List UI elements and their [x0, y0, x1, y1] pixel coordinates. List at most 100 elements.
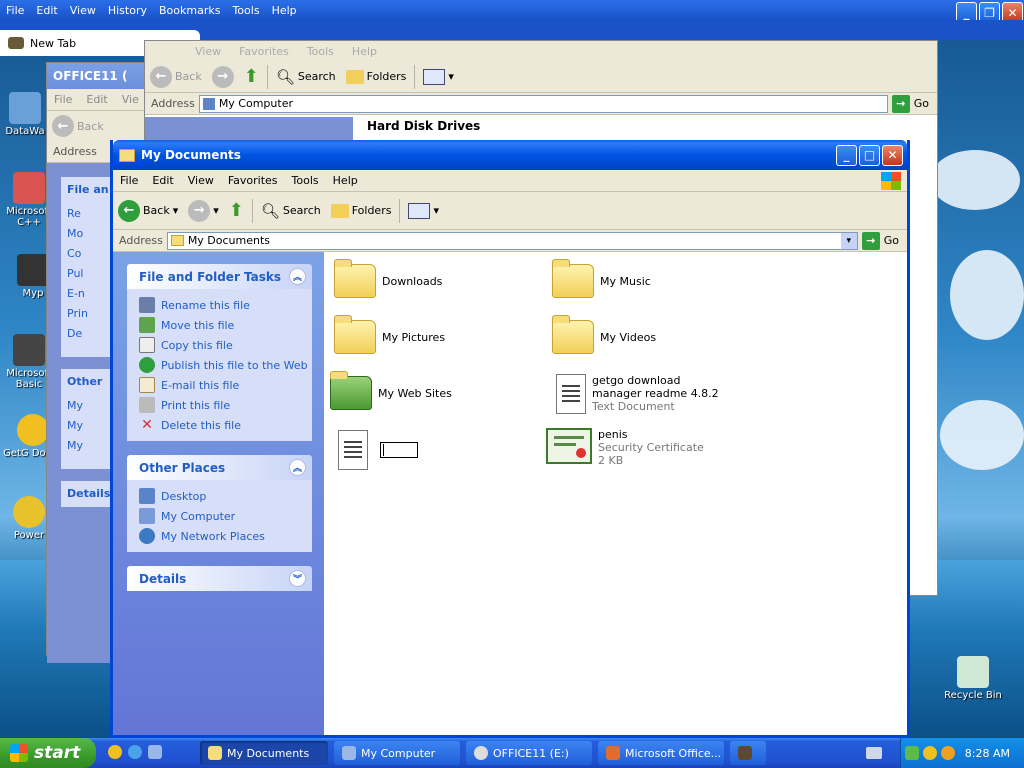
file-certificate[interactable]: penis Security Certificate 2 KB — [546, 428, 704, 467]
text-document-icon — [338, 430, 368, 470]
folders-button[interactable]: Folders — [326, 196, 397, 226]
file-my-music[interactable]: My Music — [552, 259, 651, 298]
copy-icon — [139, 337, 155, 353]
tasks-header[interactable]: File and Folder Tasks ︽ — [127, 264, 312, 289]
menu-tools[interactable]: Tools — [226, 4, 265, 17]
mycomputer-go-button[interactable]: → Go — [891, 94, 929, 113]
browser-menubar: File Edit View History Bookmarks Tools H… — [0, 0, 1024, 20]
views-button[interactable]: ▾ — [403, 196, 444, 226]
menu-favorites[interactable]: Favorites — [221, 174, 285, 187]
mycomputer-up-button[interactable]: ⬆ — [239, 62, 264, 92]
place-network[interactable]: My Network Places — [127, 526, 312, 546]
taskbar: start My Documents My Computer OFFICE11 … — [0, 738, 1024, 768]
expand-icon[interactable]: ︾ — [289, 570, 306, 587]
tray-icon-network[interactable] — [904, 746, 919, 760]
file-folder-tasks: File and Folder Tasks ︽ Rename this file … — [127, 264, 312, 441]
web-folder-icon — [330, 371, 372, 410]
details-header[interactable]: Details ︾ — [127, 566, 312, 591]
tray-icon-getgo[interactable] — [922, 746, 937, 760]
file-my-web-sites[interactable]: My Web Sites — [330, 371, 452, 410]
menu-history[interactable]: History — [102, 4, 153, 17]
place-desktop[interactable]: Desktop — [127, 486, 312, 506]
menu-view[interactable]: View — [64, 4, 102, 17]
mycomputer-menu-ghost: View Favorites Tools Help — [145, 41, 937, 61]
folder-icon — [208, 746, 222, 760]
folder-title-icon — [119, 148, 135, 162]
menu-file[interactable]: File — [113, 174, 145, 187]
file-getgo-readme[interactable]: getgo download manager readme 4.8.2 Text … — [556, 374, 732, 414]
go-button[interactable]: → Go — [861, 231, 899, 250]
outlook-icon[interactable] — [148, 745, 162, 759]
maximize-icon[interactable]: □ — [859, 144, 880, 166]
taskbar-mydocuments[interactable]: My Documents — [200, 741, 328, 765]
other-places-header[interactable]: Other Places ︽ — [127, 455, 312, 480]
task-email[interactable]: E-mail this file — [127, 375, 312, 395]
office-menu-file[interactable]: File — [47, 93, 79, 106]
address-field[interactable]: My Documents ▾ — [166, 231, 858, 250]
taskbar-office11[interactable]: OFFICE11 (E:) — [466, 741, 592, 765]
recycle-bin-icon[interactable]: Recycle Bin — [938, 656, 1008, 701]
collapse-icon[interactable]: ︽ — [289, 459, 306, 476]
folder-icon — [334, 259, 376, 298]
file-my-videos[interactable]: My Videos — [552, 315, 656, 354]
menu-help[interactable]: Help — [326, 174, 365, 187]
up-folder-button[interactable]: ⬆ — [224, 196, 249, 226]
folder-icon — [170, 235, 184, 246]
details-section: Details ︾ — [127, 566, 312, 591]
task-delete[interactable]: ✕ Delete this file — [127, 415, 312, 435]
tray-icon-update[interactable] — [940, 746, 955, 760]
menu-view[interactable]: View — [181, 174, 221, 187]
taskbar-browser[interactable] — [730, 741, 766, 765]
menu-tools[interactable]: Tools — [285, 174, 326, 187]
taskbar-msoffice[interactable]: Microsoft Office... — [598, 741, 724, 765]
office-menu-edit[interactable]: Edit — [79, 93, 114, 106]
clock[interactable]: 8:28 AM — [965, 747, 1010, 760]
mycomputer-forward-button[interactable]: → — [207, 62, 239, 92]
task-move[interactable]: Move this file — [127, 315, 312, 335]
forward-button[interactable]: → ▾ — [183, 196, 224, 226]
collapse-icon[interactable]: ︽ — [289, 268, 306, 285]
file-new-text[interactable] — [338, 430, 418, 470]
keyboard-icon[interactable] — [866, 747, 882, 759]
task-rename[interactable]: Rename this file — [127, 295, 312, 315]
menu-help[interactable]: Help — [266, 4, 303, 17]
mydocuments-window: My Documents _ □ ✕ File Edit View Favori… — [110, 140, 910, 738]
start-button[interactable]: start — [0, 738, 96, 768]
office-icon — [606, 746, 620, 760]
mycomputer-back-button[interactable]: ← Back — [145, 62, 207, 92]
browser-icon — [738, 746, 752, 760]
ie-icon[interactable] — [128, 745, 142, 759]
task-copy[interactable]: Copy this file — [127, 335, 312, 355]
mycomputer-folders-button[interactable]: Folders — [341, 62, 412, 92]
file-my-pictures[interactable]: My Pictures — [334, 315, 445, 354]
email-icon — [139, 377, 155, 393]
windows-flag-icon — [10, 744, 28, 762]
close-icon[interactable]: ✕ — [882, 144, 903, 166]
menu-edit[interactable]: Edit — [30, 4, 63, 17]
dropdown-arrow-icon[interactable]: ▾ — [840, 232, 857, 249]
office-menu-view[interactable]: Vie — [115, 93, 146, 106]
task-print[interactable]: Print this file — [127, 395, 312, 415]
rename-input[interactable] — [380, 442, 418, 458]
place-mycomputer[interactable]: My Computer — [127, 506, 312, 526]
task-publish[interactable]: Publish this file to the Web — [127, 355, 312, 375]
menu-file[interactable]: File — [0, 4, 30, 17]
search-button[interactable]: 🔍︎ Search — [256, 196, 326, 226]
menu-bookmarks[interactable]: Bookmarks — [153, 4, 226, 17]
taskbar-mycomputer[interactable]: My Computer — [334, 741, 460, 765]
pictures-folder-icon — [334, 315, 376, 354]
text-document-icon — [556, 374, 586, 414]
mycomputer-address-field[interactable]: My Computer — [198, 94, 888, 113]
menu-edit[interactable]: Edit — [145, 174, 180, 187]
back-button[interactable]: ← Back ▾ — [113, 196, 183, 226]
mycomputer-toolbar: ← Back → ⬆ 🔍︎ Search Folders ▾ — [145, 61, 937, 93]
go-arrow-icon: → — [861, 231, 880, 250]
getgo-icon[interactable] — [108, 745, 122, 759]
file-downloads[interactable]: Downloads — [334, 259, 442, 298]
mycomputer-search-button[interactable]: 🔍︎ Search — [271, 62, 341, 92]
task-pane: File and Folder Tasks ︽ Rename this file … — [113, 252, 324, 735]
office-back-button[interactable]: ← Back — [47, 111, 157, 141]
search-icon: 🔍︎ — [275, 67, 295, 86]
minimize-icon[interactable]: _ — [836, 144, 857, 166]
mycomputer-views-button[interactable]: ▾ — [418, 62, 459, 92]
